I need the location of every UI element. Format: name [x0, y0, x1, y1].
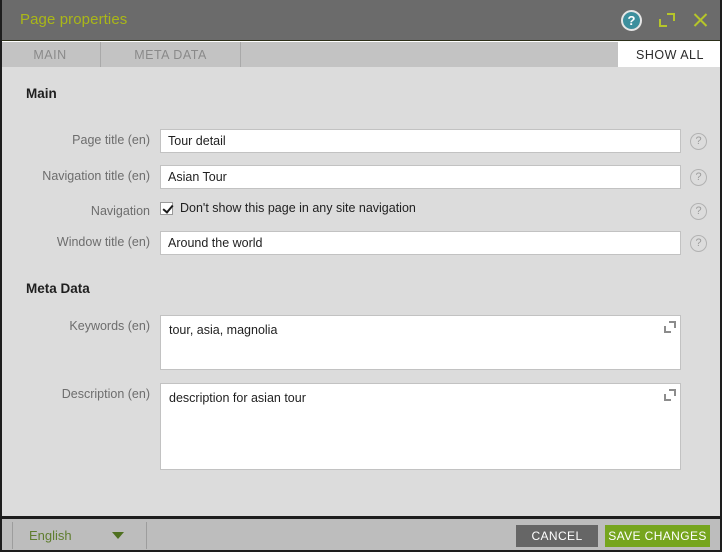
- label-page-title: Page title (en): [2, 133, 150, 147]
- label-navigation-title: Navigation title (en): [2, 169, 150, 183]
- maximize-icon[interactable]: [658, 11, 676, 29]
- tab-group: MAIN META DATA: [0, 42, 618, 68]
- help-icon-window-title[interactable]: ?: [690, 235, 707, 252]
- language-selector[interactable]: English: [12, 522, 147, 549]
- checkbox-label: Don't show this page in any site navigat…: [180, 201, 416, 215]
- dialog-footer: English CANCEL SAVE CHANGES: [0, 516, 722, 552]
- input-window-title[interactable]: Around the world: [160, 231, 681, 255]
- dialog-form-body: Main Page title (en) Tour detail ? Navig…: [2, 67, 720, 516]
- resize-grip-icon-description[interactable]: [664, 389, 676, 401]
- tab-filler: [241, 42, 618, 67]
- help-icon-navigation[interactable]: ?: [690, 203, 707, 220]
- close-icon[interactable]: [692, 11, 710, 29]
- textarea-description[interactable]: description for asian tour: [160, 383, 681, 470]
- chevron-down-icon: [112, 532, 124, 539]
- section-heading-main: Main: [26, 86, 57, 101]
- help-icon-navigation-title[interactable]: ?: [690, 169, 707, 186]
- label-keywords: Keywords (en): [2, 319, 150, 333]
- dialog-titlebar: Page properties ?: [0, 0, 722, 40]
- checkbox-hide-from-navigation[interactable]: Don't show this page in any site navigat…: [160, 201, 416, 215]
- tab-main[interactable]: MAIN: [0, 42, 101, 67]
- help-icon-page-title[interactable]: ?: [690, 133, 707, 150]
- dialog-title: Page properties: [20, 11, 127, 28]
- cancel-button[interactable]: CANCEL: [516, 525, 598, 547]
- tab-meta-data[interactable]: META DATA: [101, 42, 241, 67]
- resize-grip-icon-keywords[interactable]: [664, 321, 676, 333]
- language-selector-value: English: [29, 528, 72, 543]
- section-heading-meta-data: Meta Data: [26, 281, 90, 296]
- checkbox-box-icon[interactable]: [160, 202, 173, 215]
- label-window-title: Window title (en): [2, 235, 150, 249]
- label-navigation: Navigation: [2, 204, 150, 218]
- input-navigation-title[interactable]: Asian Tour: [160, 165, 681, 189]
- label-description: Description (en): [2, 387, 150, 401]
- page-properties-dialog: Page properties ? MAIN META DATA SHOW AL…: [0, 0, 722, 552]
- tab-show-all[interactable]: SHOW ALL: [618, 42, 722, 68]
- help-icon[interactable]: ?: [621, 10, 642, 31]
- titlebar-actions: ?: [621, 0, 710, 40]
- tab-bar: MAIN META DATA SHOW ALL: [0, 40, 722, 67]
- textarea-keywords[interactable]: tour, asia, magnolia: [160, 315, 681, 370]
- save-changes-button[interactable]: SAVE CHANGES: [605, 525, 710, 547]
- input-page-title[interactable]: Tour detail: [160, 129, 681, 153]
